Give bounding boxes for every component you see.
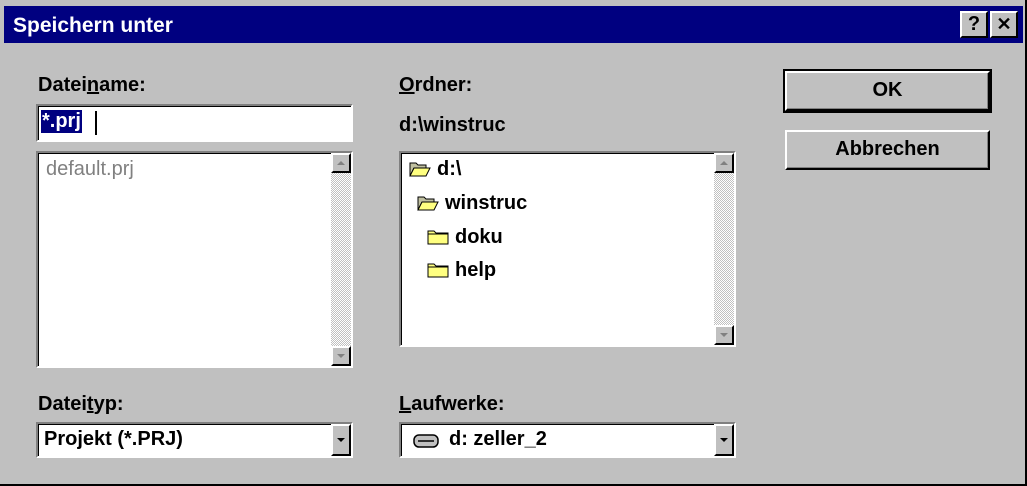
drives-value: d: zeller_2 bbox=[449, 428, 547, 450]
folder-item-help[interactable]: help bbox=[427, 256, 496, 284]
open-folder-icon bbox=[409, 162, 431, 177]
folder-tree[interactable]: d:\ winstruc doku help bbox=[399, 151, 736, 347]
file-list-scrollbar[interactable] bbox=[331, 153, 351, 366]
current-folder-path: d:\winstruc bbox=[399, 114, 506, 136]
help-icon: ? bbox=[967, 13, 981, 35]
open-folder-icon bbox=[417, 196, 439, 211]
filetype-dropdown-button[interactable] bbox=[331, 424, 351, 456]
drives-dropdown-button[interactable] bbox=[714, 424, 734, 456]
filename-value: *.prj bbox=[41, 110, 82, 133]
close-button[interactable]: ✕ bbox=[990, 11, 1018, 38]
drives-select[interactable]: d: zeller_2 bbox=[399, 422, 736, 458]
file-list[interactable]: default.prj bbox=[36, 151, 353, 368]
filename-input[interactable]: *.prj bbox=[36, 104, 353, 142]
filetype-value: Projekt (*.PRJ) bbox=[44, 428, 183, 450]
filetype-label: Dateityp: bbox=[38, 393, 124, 415]
close-icon: ✕ bbox=[996, 14, 1012, 34]
drive-icon bbox=[413, 434, 439, 448]
down-arrow-icon bbox=[337, 354, 345, 358]
folder-item-winstruc[interactable]: winstruc bbox=[417, 189, 527, 217]
up-arrow-icon bbox=[337, 161, 345, 165]
folder-item-root[interactable]: d:\ bbox=[409, 155, 461, 183]
file-list-item[interactable]: default.prj bbox=[46, 158, 134, 181]
folder-icon bbox=[427, 230, 449, 245]
up-arrow-icon bbox=[720, 161, 728, 165]
filename-label: Dateiname: bbox=[38, 74, 146, 96]
scroll-up-button[interactable] bbox=[331, 153, 351, 173]
ok-button[interactable]: OK bbox=[783, 69, 992, 113]
folder-tree-scrollbar[interactable] bbox=[714, 153, 734, 345]
save-as-dialog: Speichern unter ? ✕ Dateiname: *.prj def… bbox=[0, 0, 1027, 486]
help-button[interactable]: ? bbox=[960, 11, 988, 38]
dialog-title: Speichern unter bbox=[13, 14, 173, 37]
folder-label: Ordner: bbox=[399, 74, 473, 96]
scroll-down-button[interactable] bbox=[714, 325, 734, 345]
cancel-button[interactable]: Abbrechen bbox=[785, 130, 990, 170]
filetype-select[interactable]: Projekt (*.PRJ) bbox=[36, 422, 353, 458]
title-bar[interactable]: Speichern unter ? ✕ bbox=[4, 6, 1023, 43]
folder-item-doku[interactable]: doku bbox=[427, 223, 503, 251]
chevron-down-icon bbox=[337, 438, 345, 442]
text-cursor bbox=[95, 111, 97, 135]
scroll-down-button[interactable] bbox=[331, 346, 351, 366]
down-arrow-icon bbox=[720, 333, 728, 337]
folder-icon bbox=[427, 263, 449, 278]
scroll-up-button[interactable] bbox=[714, 153, 734, 173]
drives-label: Laufwerke: bbox=[399, 393, 505, 415]
chevron-down-icon bbox=[720, 438, 728, 442]
